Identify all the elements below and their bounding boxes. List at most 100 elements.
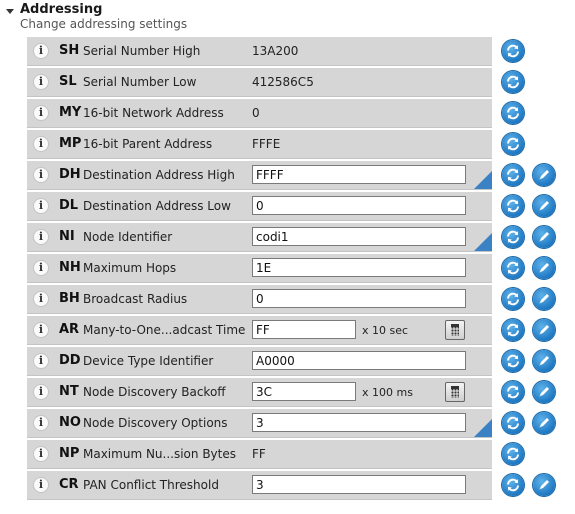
info-icon[interactable]: i bbox=[33, 291, 49, 307]
param-name: Node Discovery Backoff bbox=[83, 385, 226, 399]
calculator-button[interactable] bbox=[445, 320, 465, 340]
param-name: PAN Conflict Threshold bbox=[83, 478, 219, 492]
param-code: NT bbox=[59, 384, 79, 399]
setting-row-my: i MY 16-bit Network Address 0 bbox=[27, 99, 492, 128]
calculator-button[interactable] bbox=[445, 382, 465, 402]
info-icon[interactable]: i bbox=[33, 446, 49, 462]
info-icon[interactable]: i bbox=[33, 43, 49, 59]
param-name: Node Discovery Options bbox=[83, 416, 228, 430]
setting-row-dh: i DH Destination Address High bbox=[27, 161, 492, 190]
param-value-input[interactable] bbox=[252, 165, 466, 184]
param-value-input[interactable] bbox=[252, 320, 356, 339]
changed-marker bbox=[474, 233, 492, 251]
refresh-icon[interactable] bbox=[502, 133, 524, 155]
param-name: 16-bit Network Address bbox=[83, 106, 224, 120]
info-icon[interactable]: i bbox=[33, 198, 49, 214]
calculator-icon bbox=[451, 386, 459, 398]
info-icon[interactable]: i bbox=[33, 353, 49, 369]
param-code: NP bbox=[59, 446, 80, 461]
calculator-icon bbox=[451, 324, 459, 336]
refresh-icon[interactable] bbox=[502, 226, 524, 248]
param-value-input[interactable] bbox=[252, 475, 466, 494]
param-code: DL bbox=[59, 198, 79, 213]
info-icon[interactable]: i bbox=[33, 384, 49, 400]
param-value-input[interactable] bbox=[252, 413, 466, 432]
info-icon[interactable]: i bbox=[33, 74, 49, 90]
section-subtitle: Change addressing settings bbox=[20, 17, 188, 31]
param-value-input[interactable] bbox=[252, 351, 466, 370]
param-value: 0 bbox=[252, 106, 260, 120]
unit-label: x 100 ms bbox=[362, 386, 413, 399]
info-icon[interactable]: i bbox=[33, 229, 49, 245]
refresh-icon[interactable] bbox=[502, 71, 524, 93]
refresh-icon[interactable] bbox=[502, 102, 524, 124]
param-code: MP bbox=[59, 136, 82, 151]
refresh-icon[interactable] bbox=[502, 164, 524, 186]
pencil-icon[interactable] bbox=[533, 474, 555, 496]
param-code: SH bbox=[59, 43, 80, 58]
pencil-icon[interactable] bbox=[533, 350, 555, 372]
param-value-input[interactable] bbox=[252, 382, 356, 401]
pencil-icon[interactable] bbox=[533, 257, 555, 279]
setting-row-ni: i NI Node Identifier bbox=[27, 223, 492, 252]
param-name: Broadcast Radius bbox=[83, 292, 188, 306]
param-value-input[interactable] bbox=[252, 196, 466, 215]
changed-marker bbox=[474, 171, 492, 189]
param-code: MY bbox=[59, 105, 82, 120]
refresh-icon[interactable] bbox=[502, 195, 524, 217]
changed-marker bbox=[474, 419, 492, 437]
info-icon[interactable]: i bbox=[33, 167, 49, 183]
param-value-input[interactable] bbox=[252, 289, 466, 308]
info-icon[interactable]: i bbox=[33, 105, 49, 121]
param-value: 13A200 bbox=[252, 44, 299, 58]
refresh-icon[interactable] bbox=[502, 319, 524, 341]
param-name: Serial Number Low bbox=[83, 75, 197, 89]
param-value-input[interactable] bbox=[252, 227, 466, 246]
refresh-icon[interactable] bbox=[502, 412, 524, 434]
refresh-icon[interactable] bbox=[502, 288, 524, 310]
setting-row-dd: i DD Device Type Identifier bbox=[27, 347, 492, 376]
collapse-arrow-icon[interactable] bbox=[6, 9, 14, 14]
param-name: Many-to-One...adcast Time bbox=[83, 323, 246, 337]
param-code: NH bbox=[59, 260, 81, 275]
pencil-icon[interactable] bbox=[533, 226, 555, 248]
refresh-icon[interactable] bbox=[502, 257, 524, 279]
pencil-icon[interactable] bbox=[533, 288, 555, 310]
param-code: NO bbox=[59, 415, 81, 430]
section-title: Addressing bbox=[20, 2, 103, 17]
param-name: Serial Number High bbox=[83, 44, 201, 58]
param-value-input[interactable] bbox=[252, 258, 466, 277]
info-icon[interactable]: i bbox=[33, 322, 49, 338]
refresh-icon[interactable] bbox=[502, 40, 524, 62]
pencil-icon[interactable] bbox=[533, 319, 555, 341]
param-value: FFFE bbox=[252, 137, 281, 151]
refresh-icon[interactable] bbox=[502, 474, 524, 496]
refresh-icon[interactable] bbox=[502, 443, 524, 465]
setting-row-ar: i ARMany-to-One...adcast Time x 10 sec bbox=[27, 316, 492, 345]
param-value: FF bbox=[252, 447, 266, 461]
setting-row-nt: i NT Node Discovery Backoff x 100 ms bbox=[27, 378, 492, 407]
param-code: DD bbox=[59, 353, 81, 368]
info-icon[interactable]: i bbox=[33, 415, 49, 431]
setting-row-sl: i SL Serial Number Low 412586C5 bbox=[27, 68, 492, 97]
info-icon[interactable]: i bbox=[33, 260, 49, 276]
pencil-icon[interactable] bbox=[533, 381, 555, 403]
param-code: NI bbox=[59, 229, 75, 244]
pencil-icon[interactable] bbox=[533, 195, 555, 217]
param-name: Device Type Identifier bbox=[83, 354, 214, 368]
param-name: Maximum Hops bbox=[83, 261, 177, 275]
setting-row-bh: i BH Broadcast Radius bbox=[27, 285, 492, 314]
setting-row-cr: i CR PAN Conflict Threshold bbox=[27, 471, 492, 500]
param-code: SL bbox=[59, 74, 77, 89]
pencil-icon[interactable] bbox=[533, 412, 555, 434]
info-icon[interactable]: i bbox=[33, 477, 49, 493]
param-value: 412586C5 bbox=[252, 75, 314, 89]
info-icon[interactable]: i bbox=[33, 136, 49, 152]
setting-row-mp: i MP 16-bit Parent Address FFFE bbox=[27, 130, 492, 159]
param-name: Node Identifier bbox=[83, 230, 173, 244]
refresh-icon[interactable] bbox=[502, 350, 524, 372]
pencil-icon[interactable] bbox=[533, 164, 555, 186]
unit-label: x 10 sec bbox=[362, 324, 409, 337]
param-name: Destination Address High bbox=[83, 168, 235, 182]
refresh-icon[interactable] bbox=[502, 381, 524, 403]
